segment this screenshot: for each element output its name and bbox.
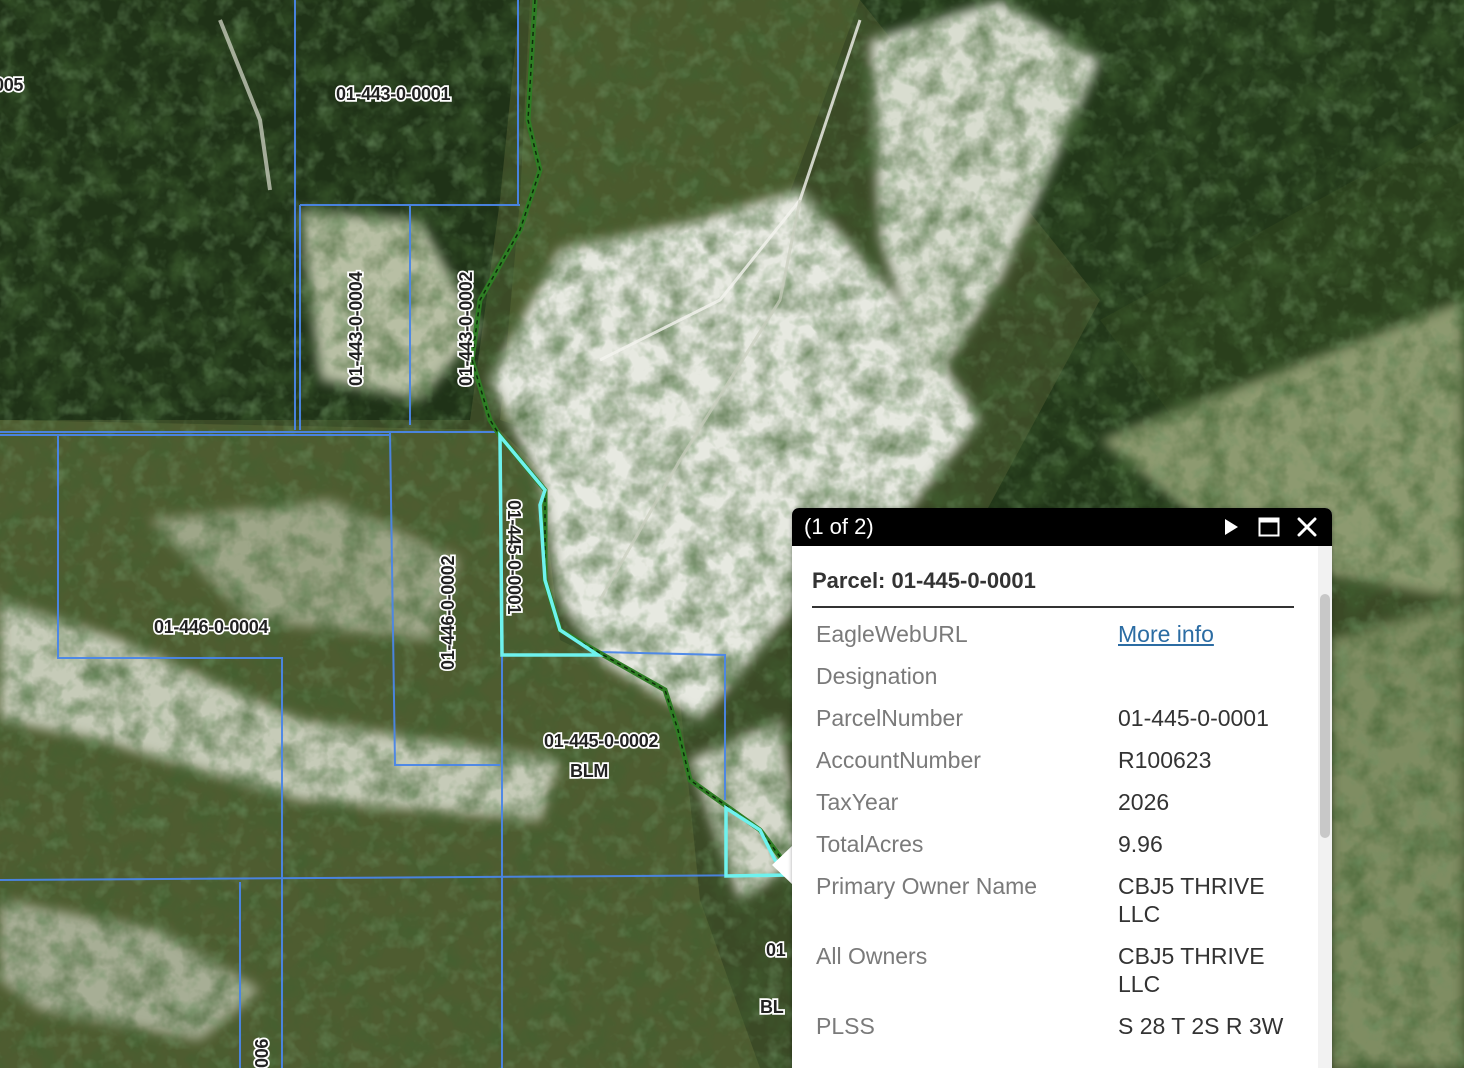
attribute-value: CBJ5 THRIVE LLC	[1118, 943, 1265, 997]
parcel-label-446-0002: 01-446-0-0002	[438, 556, 458, 670]
parcel-label-006-partial: 006	[252, 1039, 272, 1068]
attribute-value: 9.96	[1118, 831, 1163, 857]
popup-header: (1 of 2)	[792, 508, 1332, 546]
attribute-row: All Owners CBJ5 THRIVE LLC	[812, 936, 1294, 1006]
parcel-popup[interactable]: (1 of 2) Parcel: 01-445-0-0001 EagleWebU…	[792, 508, 1332, 1068]
parcel-label-446-0004: 01-446-0-0004	[154, 617, 268, 637]
popup-pointer	[772, 845, 793, 885]
attribute-row: ParcelNumber 01-445-0-0001	[812, 698, 1294, 740]
parcel-label-005: 005	[0, 75, 23, 95]
attribute-value	[1114, 656, 1294, 698]
next-feature-button[interactable]	[1216, 512, 1246, 542]
attribute-name: Primary Owner Name	[816, 873, 1038, 899]
attribute-table: EagleWebURL More info Designation Parcel…	[812, 614, 1294, 1048]
attribute-name: All Owners	[816, 943, 928, 969]
attribute-value: S 28 T 2S R 3W	[1118, 1013, 1284, 1039]
parcel-label-bl-partial: BL	[760, 997, 784, 1017]
popup-title: Parcel: 01-445-0-0001	[812, 560, 1294, 608]
attribute-value: CBJ5 THRIVE LLC	[1118, 873, 1265, 927]
attribute-value: 01-445-0-0001	[1118, 705, 1269, 731]
attribute-value: More info	[1114, 614, 1294, 656]
attribute-name: TaxYear	[816, 789, 899, 815]
maximize-icon	[1258, 517, 1280, 537]
attribute-row: TaxYear 2026	[812, 782, 1294, 824]
attribute-name: EagleWebURL	[816, 621, 968, 647]
popup-scrollbar[interactable]	[1318, 546, 1332, 1068]
attribute-row: EagleWebURL More info	[812, 614, 1294, 656]
attribute-row: PLSS S 28 T 2S R 3W	[812, 1006, 1294, 1048]
parcel-label-443-0001: 01-443-0-0001	[336, 84, 450, 104]
parcel-label-445-0001: 01-445-0-0001	[504, 500, 524, 614]
attribute-row: AccountNumber R100623	[812, 740, 1294, 782]
popup-scrollbar-thumb[interactable]	[1320, 594, 1330, 838]
parcel-label-443-0002: 01-443-0-0002	[456, 272, 476, 386]
attribute-name: ParcelNumber	[816, 705, 963, 731]
popup-feature-count: (1 of 2)	[804, 514, 874, 539]
attribute-name: PLSS	[816, 1013, 875, 1039]
play-icon	[1225, 519, 1238, 535]
attribute-value: 2026	[1118, 789, 1170, 815]
attribute-name: Designation	[816, 663, 938, 689]
popup-body[interactable]: Parcel: 01-445-0-0001 EagleWebURL More i…	[792, 546, 1318, 1068]
attribute-value: R100623	[1118, 747, 1212, 773]
parcel-label-445-0002: 01-445-0-0002	[544, 731, 658, 751]
more-info-link[interactable]: More info	[1118, 621, 1214, 647]
attribute-row: TotalAcres 9.96	[812, 824, 1294, 866]
attribute-row: Primary Owner Name CBJ5 THRIVE LLC	[812, 866, 1294, 936]
attribute-name: AccountNumber	[816, 747, 981, 773]
attribute-name: TotalAcres	[816, 831, 924, 857]
parcel-label-443-0004: 01-443-0-0004	[346, 272, 366, 386]
maximize-button[interactable]	[1254, 512, 1284, 542]
parcel-label-blm: BLM	[570, 761, 608, 781]
attribute-row: Designation	[812, 656, 1294, 698]
close-icon	[1297, 517, 1317, 537]
parcel-label-01-partial: 01	[766, 940, 786, 960]
close-button[interactable]	[1292, 512, 1322, 542]
